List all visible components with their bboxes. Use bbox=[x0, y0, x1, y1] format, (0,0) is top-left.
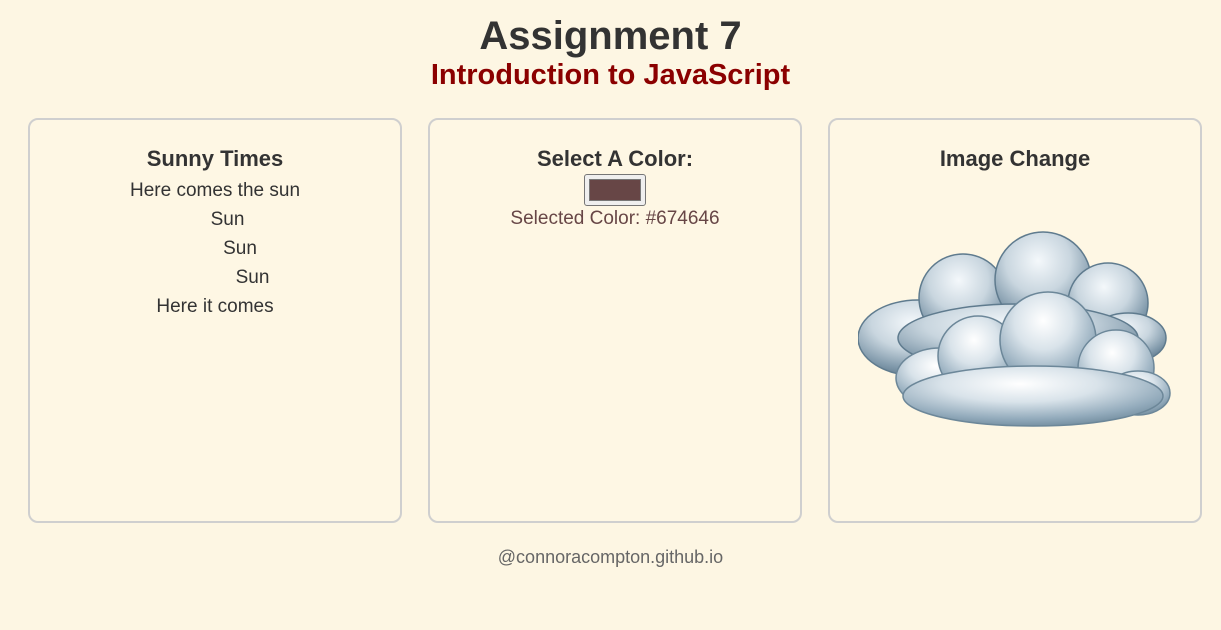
sunny-times-panel: Sunny Times Here comes the sun Sun Sun S… bbox=[28, 118, 402, 523]
image-change-heading: Image Change bbox=[939, 146, 1091, 171]
image-change-panel: Image Change bbox=[828, 118, 1202, 523]
selected-color-text: Selected Color: #674646 bbox=[510, 208, 720, 229]
color-picker-panel: Select A Color: Selected Color: #674646 bbox=[428, 118, 802, 523]
lyric-line: Here comes the sun bbox=[129, 180, 301, 201]
cloud-icon bbox=[857, 231, 1171, 427]
lyrics: Here comes the sun Sun Sun Sun Here it c… bbox=[30, 176, 400, 321]
sunny-times-heading: Sunny Times bbox=[146, 146, 284, 171]
cloud-image[interactable] bbox=[857, 228, 1178, 440]
color-picker-wrap bbox=[430, 174, 800, 206]
color-swatch bbox=[589, 179, 641, 201]
page-title: Assignment 7 bbox=[479, 14, 742, 58]
lyric-line: Here it comes bbox=[156, 296, 274, 317]
lyric-line: Sun bbox=[235, 267, 270, 288]
color-picker-heading: Select A Color: bbox=[536, 146, 694, 171]
page-subtitle: Introduction to JavaScript bbox=[430, 59, 791, 91]
panels-container: Sunny Times Here comes the sun Sun Sun S… bbox=[28, 118, 1202, 523]
page-header: Assignment 7 Introduction to JavaScript bbox=[0, 0, 1221, 92]
footer-text: @connoracompton.github.io bbox=[497, 547, 724, 567]
lyric-line: Sun bbox=[223, 238, 257, 259]
color-picker-input[interactable] bbox=[584, 174, 646, 206]
lyric-line: Sun bbox=[210, 209, 245, 230]
